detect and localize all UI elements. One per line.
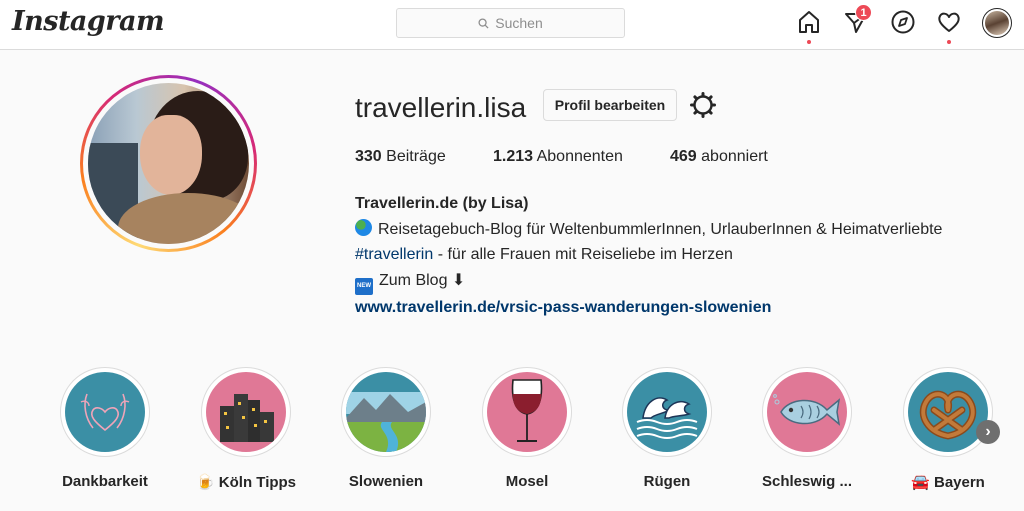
top-navbar: Instagram Suchen 1 [0, 0, 1024, 50]
chevron-right-icon: › [985, 423, 991, 440]
city-skyline-icon [206, 372, 286, 452]
hands-heart-icon [65, 372, 145, 452]
hashtag-link[interactable]: #travellerin [355, 246, 433, 263]
bio-line-3: NEW Zum Blog ⬇ [355, 268, 942, 295]
highlight-koeln-tipps[interactable]: 🍺 Köln Tipps [196, 367, 296, 491]
profile-bio: Travellerin.de (by Lisa) Reisetagebuch-B… [355, 191, 942, 320]
new-icon: NEW [355, 277, 373, 295]
search-icon [478, 17, 489, 29]
posts-count: 330 Beiträge [355, 148, 446, 165]
bio-line-1: Reisetagebuch-Blog für WeltenbummlerInne… [355, 217, 942, 243]
profile-picture [88, 83, 249, 244]
explore-button[interactable] [890, 9, 916, 35]
highlight-slowenien[interactable]: Slowenien [341, 367, 431, 490]
highlight-label: Dankbarkeit [62, 473, 148, 490]
heart-icon [938, 12, 960, 32]
profile-website-link[interactable]: www.travellerin.de/vrsic-pass-wanderunge… [355, 295, 942, 321]
home-icon [799, 11, 819, 33]
pretzel-icon [908, 372, 988, 452]
search-input[interactable]: Suchen [396, 8, 625, 38]
direct-badge: 1 [855, 4, 872, 21]
highlight-ruegen[interactable]: Rügen [622, 367, 712, 490]
profile-username: travellerin.lisa [355, 92, 527, 123]
highlight-mosel[interactable]: Mosel [482, 367, 572, 490]
followers-count[interactable]: 1.213 Abonnenten [493, 148, 670, 166]
highlight-label: Rügen [643, 473, 691, 490]
activity-button[interactable] [936, 9, 962, 44]
home-button[interactable] [796, 9, 822, 44]
highlight-label: 🚘 Bayern [911, 474, 985, 491]
highlight-dankbarkeit[interactable]: Dankbarkeit [60, 367, 150, 490]
direct-button[interactable]: 1 [843, 4, 872, 35]
highlights-next-button[interactable]: › [976, 420, 1000, 444]
highlight-label: Mosel [505, 473, 549, 490]
mountain-landscape-icon [346, 372, 426, 452]
search-placeholder: Suchen [495, 15, 543, 31]
fish-icon [767, 372, 847, 452]
highlight-label: Slowenien [348, 473, 424, 490]
waves-icon [627, 372, 707, 452]
profile-full-name: Travellerin.de (by Lisa) [355, 195, 529, 212]
compass-icon [891, 10, 915, 34]
highlight-label: Schleswig ... [761, 473, 853, 490]
activity-notification-dot [947, 40, 951, 44]
gear-icon [690, 92, 716, 118]
wine-glass-icon [487, 372, 567, 452]
home-notification-dot [807, 40, 811, 44]
edit-profile-button[interactable]: Profil bearbeiten [543, 89, 677, 121]
following-count[interactable]: 469 abonniert [670, 148, 768, 166]
bio-line-2: #travellerin - für alle Frauen mit Reise… [355, 246, 733, 263]
profile-stats: 330 Beiträge 1.213 Abonnenten 469 abonni… [355, 148, 768, 166]
highlight-label: 🍺 Köln Tipps [195, 474, 297, 491]
globe-icon [355, 218, 372, 236]
instagram-logo[interactable]: Instagram [12, 6, 165, 37]
nav-profile-avatar[interactable] [982, 8, 1012, 38]
highlight-schleswig[interactable]: Schleswig ... [762, 367, 852, 490]
highlight-bayern[interactable]: 🚘 Bayern [903, 367, 993, 491]
settings-button[interactable] [689, 91, 717, 119]
profile-picture-ring[interactable] [80, 75, 257, 252]
